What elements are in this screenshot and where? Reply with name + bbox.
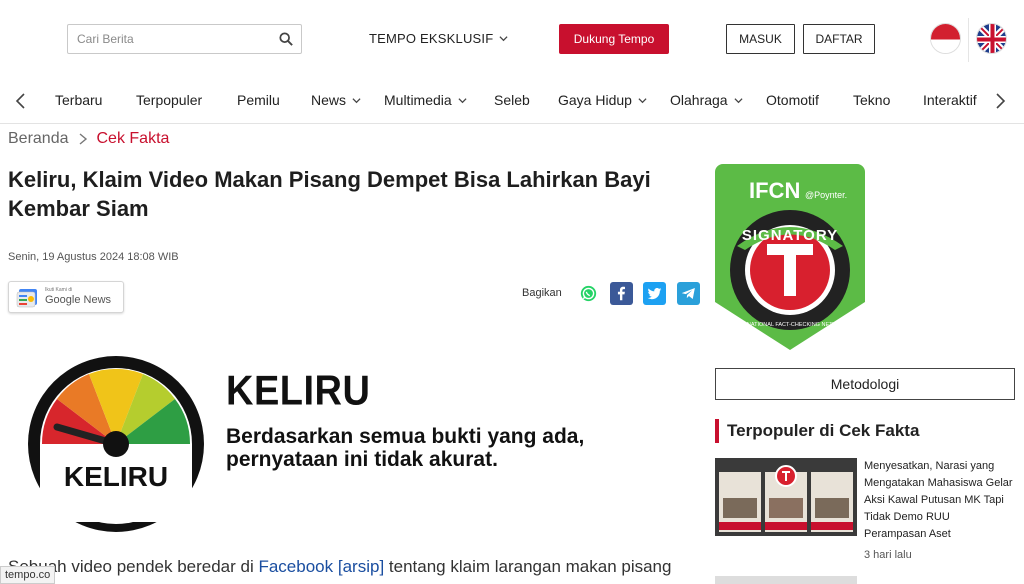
- nav-item-multimedia[interactable]: Multimedia: [384, 92, 467, 108]
- category-nav: Terbaru Terpopuler Pemilu News Multimedi…: [0, 78, 1024, 124]
- google-news-label: Google News: [45, 294, 112, 306]
- twitter-icon[interactable]: [643, 282, 666, 305]
- search-icon[interactable]: [279, 32, 293, 46]
- methodology-button[interactable]: Metodologi: [715, 368, 1015, 400]
- breadcrumb-home[interactable]: Beranda: [8, 130, 69, 148]
- chevron-down-icon: [458, 97, 467, 103]
- facebook-icon[interactable]: [610, 282, 633, 305]
- support-button[interactable]: Dukung Tempo: [559, 24, 669, 54]
- article-title: Keliru, Klaim Video Makan Pisang Dempet …: [8, 167, 651, 221]
- popular-item-headline[interactable]: Menyesatkan, Narasi yang Mengatakan Maha…: [864, 458, 1014, 543]
- whatsapp-icon[interactable]: [577, 282, 600, 305]
- ifcn-brand: IFCN: [749, 178, 800, 203]
- nav-item-terbaru[interactable]: Terbaru: [55, 92, 102, 108]
- share-label: Bagikan: [522, 287, 562, 299]
- login-button[interactable]: MASUK: [726, 24, 795, 54]
- nav-item-olahraga[interactable]: Olahraga: [670, 92, 743, 108]
- google-news-icon: [16, 289, 37, 308]
- ifcn-ribbon: SIGNATORY: [742, 227, 838, 244]
- thumbnail-image: [715, 458, 857, 536]
- gauge-label: KELIRU: [64, 461, 168, 492]
- google-news-small-label: Ikuti Kami di: [45, 287, 73, 293]
- chevron-right-icon: [79, 133, 87, 145]
- popular-section-title: Terpopuler di Cek Fakta: [715, 419, 919, 443]
- archive-link[interactable]: [arsip]: [338, 557, 384, 576]
- popular-item-thumbnail-next[interactable]: [715, 576, 857, 584]
- chevron-right-icon[interactable]: [993, 92, 1007, 110]
- verdict-description: Berdasarkan semua bukti yang ada, pernya…: [226, 425, 585, 471]
- divider: [968, 18, 969, 62]
- nav-item-news[interactable]: News: [311, 92, 361, 108]
- search-input[interactable]: [68, 25, 268, 53]
- breadcrumb-current[interactable]: Cek Fakta: [97, 130, 170, 148]
- telegram-icon[interactable]: [677, 282, 700, 305]
- search-box[interactable]: [67, 24, 302, 54]
- verdict-word: KELIRU: [226, 368, 371, 415]
- popular-item-time: 3 hari lalu: [864, 549, 912, 561]
- uk-flag-icon[interactable]: [976, 23, 1007, 54]
- nav-item-seleb[interactable]: Seleb: [494, 92, 530, 108]
- nav-item-terpopuler[interactable]: Terpopuler: [136, 92, 202, 108]
- top-header: TEMPO EKSKLUSIF Dukung Tempo MASUK DAFTA…: [0, 0, 1024, 78]
- verdict-gauge-icon: KELIRU: [28, 356, 204, 532]
- ifcn-ring-text: INTERNATIONAL FACT-CHECKING NETWORK: [730, 322, 850, 328]
- nav-item-otomotif[interactable]: Otomotif: [766, 92, 819, 108]
- breadcrumb: Beranda Cek Fakta: [8, 130, 169, 148]
- chevron-down-icon: [734, 97, 743, 103]
- ifcn-partner: @Poynter.: [805, 190, 847, 200]
- status-bar-url: tempo.co: [0, 566, 56, 584]
- nav-item-pemilu[interactable]: Pemilu: [237, 92, 280, 108]
- facebook-link[interactable]: Facebook: [258, 557, 333, 576]
- nav-item-gaya-hidup[interactable]: Gaya Hidup: [558, 92, 647, 108]
- nav-item-interaktif[interactable]: Interaktif: [923, 92, 977, 108]
- ifcn-signatory-badge[interactable]: IFCN @Poynter. SIGNATORY INTERNATIONAL F…: [715, 164, 865, 350]
- chevron-down-icon: [352, 97, 361, 103]
- google-news-button[interactable]: Ikuti Kami di Google News: [8, 281, 124, 313]
- article-date: Senin, 19 Agustus 2024 18:08 WIB: [8, 251, 179, 263]
- register-button[interactable]: DAFTAR: [803, 24, 875, 54]
- exclusive-menu[interactable]: TEMPO EKSKLUSIF: [369, 31, 508, 46]
- exclusive-label: TEMPO EKSKLUSIF: [369, 31, 494, 46]
- popular-item-thumbnail[interactable]: [715, 458, 857, 536]
- chevron-down-icon: [638, 97, 647, 103]
- indonesia-flag-icon[interactable]: [930, 23, 961, 54]
- chevron-down-icon: [499, 36, 508, 42]
- nav-item-tekno[interactable]: Tekno: [853, 92, 890, 108]
- chevron-left-icon[interactable]: [14, 92, 28, 110]
- article-body: Sebuah video pendek beredar di Facebook …: [8, 557, 672, 576]
